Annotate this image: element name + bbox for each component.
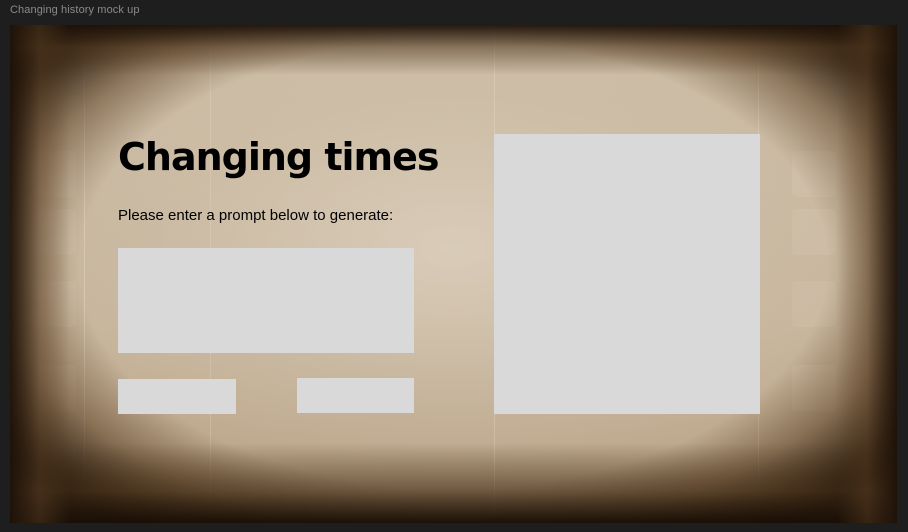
page-title: Changing times bbox=[118, 135, 440, 179]
burnt-edge-bottom bbox=[10, 443, 897, 523]
left-button-placeholder[interactable] bbox=[118, 379, 236, 414]
burnt-edge-top bbox=[10, 25, 897, 75]
generated-image-placeholder bbox=[494, 134, 760, 414]
right-button-placeholder[interactable] bbox=[297, 378, 414, 413]
burnt-edge-right bbox=[837, 25, 897, 523]
frame-title: Changing history mock up bbox=[10, 4, 140, 16]
prompt-input-placeholder[interactable] bbox=[118, 248, 414, 353]
burnt-edge-left bbox=[10, 25, 70, 523]
top-bar: Changing history mock up bbox=[0, 0, 908, 24]
prompt-instruction: Please enter a prompt below to generate: bbox=[118, 207, 394, 224]
artboard-canvas: Changing times Please enter a prompt bel… bbox=[10, 25, 897, 523]
